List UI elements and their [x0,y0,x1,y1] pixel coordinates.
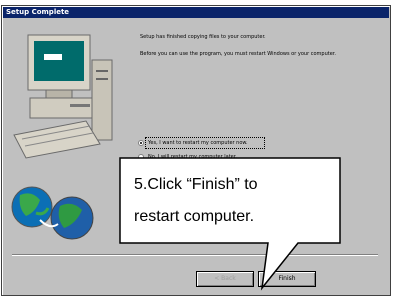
title-bar: Setup Complete [3,7,389,18]
callout-line-1: 5.Click “Finish” to [134,176,258,193]
restart-later-radio[interactable] [138,154,144,160]
back-button[interactable]: < Back [196,271,254,287]
restart-now-label[interactable]: Yes, I want to restart my computer now. [148,138,248,148]
restart-later-label[interactable]: No, I will restart my computer later. [148,152,237,162]
finish-button[interactable]: Finish [258,271,316,287]
restart-instruction-text: Before you can use the program, you must… [140,51,336,57]
button-divider [12,254,378,256]
window-title: Setup Complete [6,8,70,16]
finish-hint-text: Click Finish to [286,196,321,202]
computer-illustration [11,34,113,240]
callout-line-2: restart computer. [134,208,255,225]
restart-now-radio[interactable] [138,140,144,146]
setup-finished-text: Setup has finished copying files to your… [140,34,266,40]
